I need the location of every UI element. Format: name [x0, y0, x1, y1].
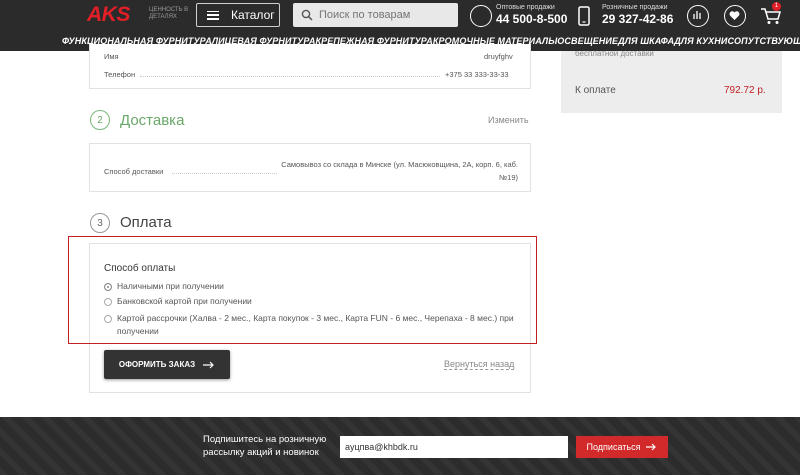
payment-highlight-box — [68, 236, 537, 344]
retail-phone[interactable]: 29 327-42-86 — [602, 12, 673, 26]
nav-item-wardrobe[interactable]: ДЛЯ ШКАФА — [618, 36, 674, 46]
search-box[interactable] — [293, 3, 458, 27]
search-icon — [301, 9, 313, 21]
total-label: К оплате — [575, 85, 616, 96]
email-field[interactable] — [340, 436, 568, 458]
step-2-circle: 2 — [90, 110, 110, 130]
favorites-heart-icon[interactable] — [724, 5, 746, 27]
name-value: druyfghv — [484, 52, 513, 61]
place-order-label: ОФОРМИТЬ ЗАКАЗ — [118, 360, 196, 369]
search-input[interactable] — [319, 9, 449, 21]
name-label: Имя — [104, 52, 119, 61]
nav-item-lighting[interactable]: ОСВЕЩЕНИЕ — [557, 36, 618, 46]
subscribe-button[interactable]: Подписаться — [576, 436, 668, 458]
place-order-button[interactable]: ОФОРМИТЬ ЗАКАЗ — [104, 350, 230, 379]
payment-title: Оплата — [120, 214, 172, 231]
arrow-right-icon — [646, 443, 657, 451]
delivery-title: Доставка — [120, 112, 185, 129]
wholesale-contact[interactable]: Оптовые продажи 44 500-8-500 — [496, 4, 567, 26]
retail-label: Розничные продажи — [602, 4, 668, 11]
site-tagline: ЦЕННОСТЬ В ДЕТАЛЯХ — [149, 7, 189, 20]
change-delivery-link[interactable]: Изменить — [488, 115, 529, 125]
mobile-phone-icon — [578, 6, 590, 26]
go-back-link[interactable]: Вернуться назад — [444, 359, 515, 370]
nav-item-kitchen[interactable]: ДЛЯ КУХНИ — [674, 36, 727, 46]
dotted-divider — [172, 173, 277, 174]
subscribe-label: Подписаться — [586, 442, 641, 452]
order-summary — [561, 51, 782, 113]
phone-value: +375 33 333-33-33 — [445, 70, 509, 79]
nav-item-accessories[interactable]: СОПУТСТВУЮЩИЕ — [727, 36, 800, 46]
total-value: 792.72 р. — [724, 85, 766, 96]
delivery-method-value: Самовывоз со склада в Минске (ул. Масюко… — [281, 160, 518, 182]
step-3-circle: 3 — [90, 213, 110, 233]
dotted-divider — [140, 76, 440, 77]
subscribe-text: Подпишитесь на розничную рассылку акций … — [203, 434, 327, 458]
cart-count-badge: 1 — [772, 2, 781, 11]
site-logo[interactable]: AKS — [87, 3, 130, 27]
headset-icon — [470, 5, 492, 27]
contact-card — [89, 44, 531, 89]
arrow-right-icon — [203, 361, 214, 368]
retail-contact[interactable]: Розничные продажи 29 327-42-86 — [602, 4, 673, 26]
wholesale-phone[interactable]: 44 500-8-500 — [496, 12, 567, 26]
compare-icon[interactable] — [687, 5, 709, 27]
menu-icon — [207, 10, 219, 20]
catalog-label: Каталог — [231, 8, 275, 22]
phone-label: Телефон — [104, 70, 136, 79]
delivery-method-label: Способ доставки — [104, 167, 164, 176]
catalog-button[interactable]: Каталог — [196, 3, 280, 27]
summary-note: бесплатной доставки — [575, 51, 654, 58]
wholesale-label: Оптовые продажи — [496, 4, 555, 11]
